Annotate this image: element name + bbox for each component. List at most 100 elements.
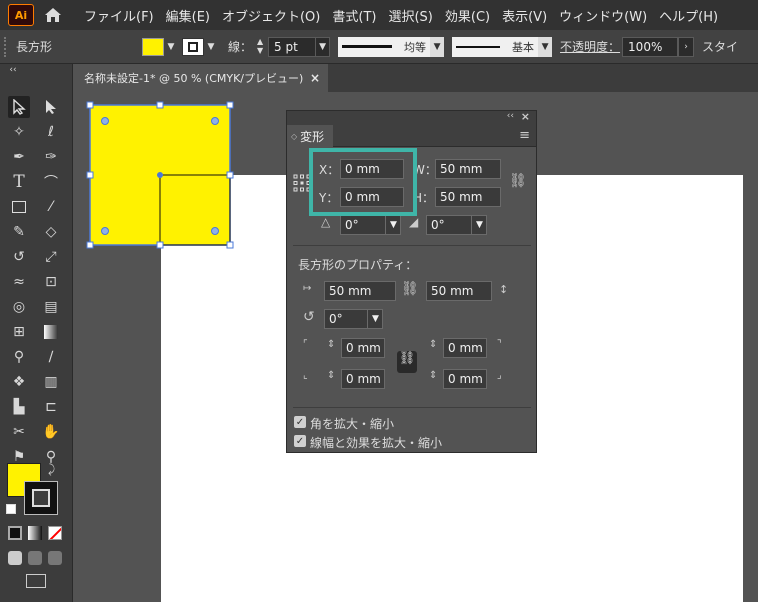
scale-corners-checkbox[interactable]: ✓ [294, 416, 306, 428]
brush-definition[interactable]: 基本 [452, 36, 539, 57]
home-icon[interactable] [42, 4, 64, 26]
curvature-tool-icon[interactable]: ✑ [40, 146, 62, 168]
menu-object[interactable]: オブジェクト(O) [222, 6, 320, 25]
stroke-weight-dropdown-icon[interactable]: ▼ [316, 36, 331, 57]
rect-rotate-dropdown-icon[interactable]: ▼ [367, 309, 383, 329]
gradient-tool-icon[interactable] [40, 321, 62, 343]
draw-inside-icon[interactable] [48, 551, 62, 565]
rectangle-tool-icon[interactable] [8, 196, 30, 218]
corner-bl-input[interactable]: 0 mm [341, 369, 385, 389]
artboard-tool-icon[interactable]: ⊏ [40, 396, 62, 418]
type-tool-icon[interactable]: T [8, 171, 30, 193]
corner-br-icon: ⌟ [497, 370, 502, 381]
menu-help[interactable]: ヘルプ(H) [659, 6, 718, 25]
panel-menu-icon[interactable]: ≡ [519, 128, 530, 143]
graph-tool-icon[interactable]: ▙ [8, 396, 30, 418]
fill-dropdown-icon[interactable]: ▼ [164, 38, 178, 56]
magic-wand-tool-icon[interactable]: ✧ [8, 121, 30, 143]
eyedropper-tool-icon[interactable]: ⚲ [8, 346, 30, 368]
stroke-swatch[interactable] [182, 37, 205, 56]
corner-tl-stepper-icon[interactable]: ⇕ [327, 339, 335, 350]
draw-behind-icon[interactable] [28, 551, 42, 565]
scale-strokes-checkbox[interactable]: ✓ [294, 435, 306, 447]
opacity-label[interactable]: 不透明度： [560, 38, 620, 55]
menu-select[interactable]: 選択(S) [388, 6, 432, 25]
symbol-sprayer-tool-icon[interactable]: ❖ [8, 371, 30, 393]
corner-tr-stepper-icon[interactable]: ⇕ [429, 339, 437, 350]
selection-tool-icon[interactable] [8, 96, 30, 118]
panel-tab-transform[interactable]: ◇ 変形 [287, 125, 333, 147]
rotate-input[interactable]: 0° [340, 215, 386, 235]
panel-titlebar[interactable]: ‹‹ × [287, 110, 536, 125]
scale-tool-icon[interactable]: ⤢ [40, 246, 62, 268]
eraser-tool-icon[interactable]: ◇ [40, 221, 62, 243]
document-tab[interactable]: 名称未設定-1* @ 50 % (CMYK/プレビュー) × [74, 64, 328, 92]
shape-builder-tool-icon[interactable]: ◎ [8, 296, 30, 318]
rotate-dropdown-icon[interactable]: ▼ [385, 215, 401, 235]
lasso-tool-icon[interactable]: ℓ [40, 121, 62, 143]
close-tab-icon[interactable]: × [310, 71, 320, 85]
rect-height-input[interactable]: 50 mm [426, 281, 492, 301]
brush-dropdown-icon[interactable]: ▼ [538, 36, 553, 57]
corner-bl-stepper-icon[interactable]: ⇕ [327, 370, 335, 381]
menu-view[interactable]: 表示(V) [502, 6, 547, 25]
screen-mode-icon[interactable] [26, 574, 46, 588]
h-input[interactable]: 50 mm [435, 187, 501, 207]
pen-tool-icon[interactable]: ✒ [8, 146, 30, 168]
yellow-rectangle[interactable] [86, 101, 236, 251]
gradient-mode-icon[interactable] [28, 526, 42, 540]
app-logo: Ai [8, 4, 34, 26]
variable-width-profile[interactable]: 均等 [338, 36, 431, 57]
w-input[interactable]: 50 mm [435, 159, 501, 179]
stroke-weight-input[interactable]: 5 pt [268, 36, 317, 57]
swap-colors-icon[interactable]: ⤸ [48, 462, 55, 477]
perspective-grid-tool-icon[interactable]: ▤ [40, 296, 62, 318]
shear-input[interactable]: 0° [426, 215, 472, 235]
menu-effect[interactable]: 効果(C) [445, 6, 490, 25]
corner-tr-input[interactable]: 0 mm [443, 338, 487, 358]
blend-tool-icon[interactable]: ∕ [40, 346, 62, 368]
direct-selection-tool-icon[interactable] [40, 96, 62, 118]
opacity-input[interactable]: 100% [622, 36, 679, 57]
collapse-icon[interactable]: ‹‹ [2, 64, 24, 76]
color-mode-icon[interactable] [8, 526, 22, 540]
divider [293, 245, 531, 246]
rect-width-input[interactable]: 50 mm [324, 281, 396, 301]
corner-link-icon[interactable]: ⛓ [397, 351, 417, 373]
corner-br-stepper-icon[interactable]: ⇕ [429, 370, 437, 381]
line-tool-icon[interactable]: ⌒ [40, 171, 62, 193]
stroke-stepper-icon[interactable]: ▲ ▼ [254, 37, 266, 57]
panel-collapse-icon[interactable]: ‹‹ [507, 111, 514, 121]
menu-edit[interactable]: 編集(E) [166, 6, 210, 25]
menu-window[interactable]: ウィンドウ(W) [559, 6, 647, 25]
menu-file[interactable]: ファイル(F) [84, 6, 154, 25]
slice-tool-icon[interactable]: ✂ [8, 421, 30, 443]
hand-tool-icon[interactable]: ✋ [40, 421, 62, 443]
shear-dropdown-icon[interactable]: ▼ [471, 215, 487, 235]
stroke-color-swatch[interactable] [24, 481, 58, 515]
corner-tl-input[interactable]: 0 mm [341, 338, 385, 358]
rect-link-icon[interactable]: ⛓ [401, 281, 419, 297]
panel-close-icon[interactable]: × [521, 110, 530, 123]
object-type-label: 長方形 [16, 40, 53, 54]
paintbrush-tool-icon[interactable]: ⁄ [40, 196, 62, 218]
fill-swatch[interactable] [142, 37, 165, 56]
profile-dropdown-icon[interactable]: ▼ [430, 36, 445, 57]
rect-rotate-input[interactable]: 0° [324, 309, 368, 329]
warp-tool-icon[interactable]: ≈ [8, 271, 30, 293]
corner-tr-icon: ⌝ [497, 339, 502, 350]
column-graph-tool-icon[interactable]: ▥ [40, 371, 62, 393]
menu-type[interactable]: 書式(T) [332, 6, 376, 25]
default-colors-icon[interactable] [6, 504, 16, 514]
shear-icon: ◢ [409, 215, 419, 229]
stroke-dropdown-icon[interactable]: ▼ [204, 38, 218, 56]
none-mode-icon[interactable] [48, 526, 62, 540]
free-transform-tool-icon[interactable]: ⊡ [40, 271, 62, 293]
constrain-proportions-icon[interactable]: ⛓ [509, 173, 527, 189]
opacity-arrow-icon[interactable]: › [678, 36, 695, 57]
corner-br-input[interactable]: 0 mm [443, 369, 487, 389]
mesh-tool-icon[interactable]: ⊞ [8, 321, 30, 343]
rotate-tool-icon[interactable]: ↺ [8, 246, 30, 268]
draw-normal-icon[interactable] [8, 551, 22, 565]
shaper-tool-icon[interactable]: ✎ [8, 221, 30, 243]
